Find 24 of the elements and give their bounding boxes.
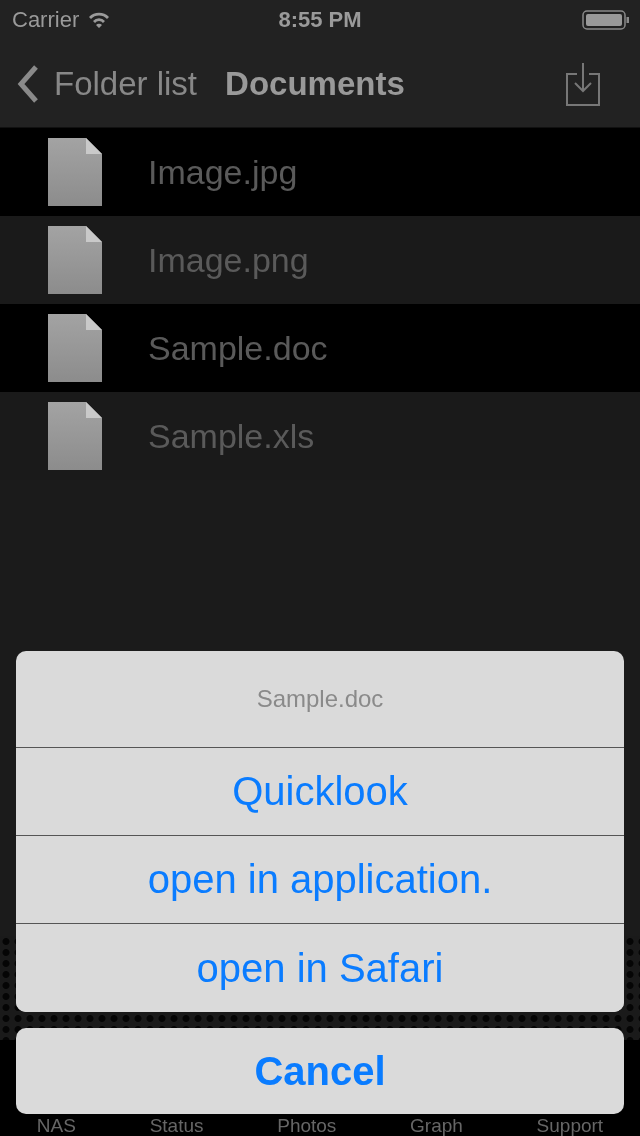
nav-title: Documents [225,64,405,103]
document-icon [48,138,102,206]
back-button[interactable]: Folder list [16,63,198,104]
tab-bar-item[interactable]: Photos [277,1115,337,1136]
battery-icon [582,10,630,30]
tab-bar-item[interactable]: NAS [36,1115,76,1136]
tab-bar-item[interactable]: Support [536,1115,604,1136]
file-name: Sample.doc [148,328,328,368]
download-icon[interactable] [566,61,600,106]
file-name: Image.png [148,240,309,280]
wifi-icon [87,11,112,29]
status-time: 8:55 PM [278,7,362,33]
document-icon [48,402,102,470]
cancel-button[interactable]: Cancel [16,1028,624,1114]
file-name: Sample.xls [148,416,315,456]
tab-bar-item[interactable]: Status [149,1115,204,1136]
file-name: Image.jpg [148,152,298,192]
document-icon [48,226,102,294]
tab-bar-item[interactable]: Graph [410,1115,463,1136]
document-icon [48,314,102,382]
file-row[interactable]: Sample.doc [0,304,640,392]
file-row[interactable]: Image.jpg [0,128,640,216]
carrier-name: Carrier [12,7,80,33]
back-chevron-icon [16,63,40,104]
